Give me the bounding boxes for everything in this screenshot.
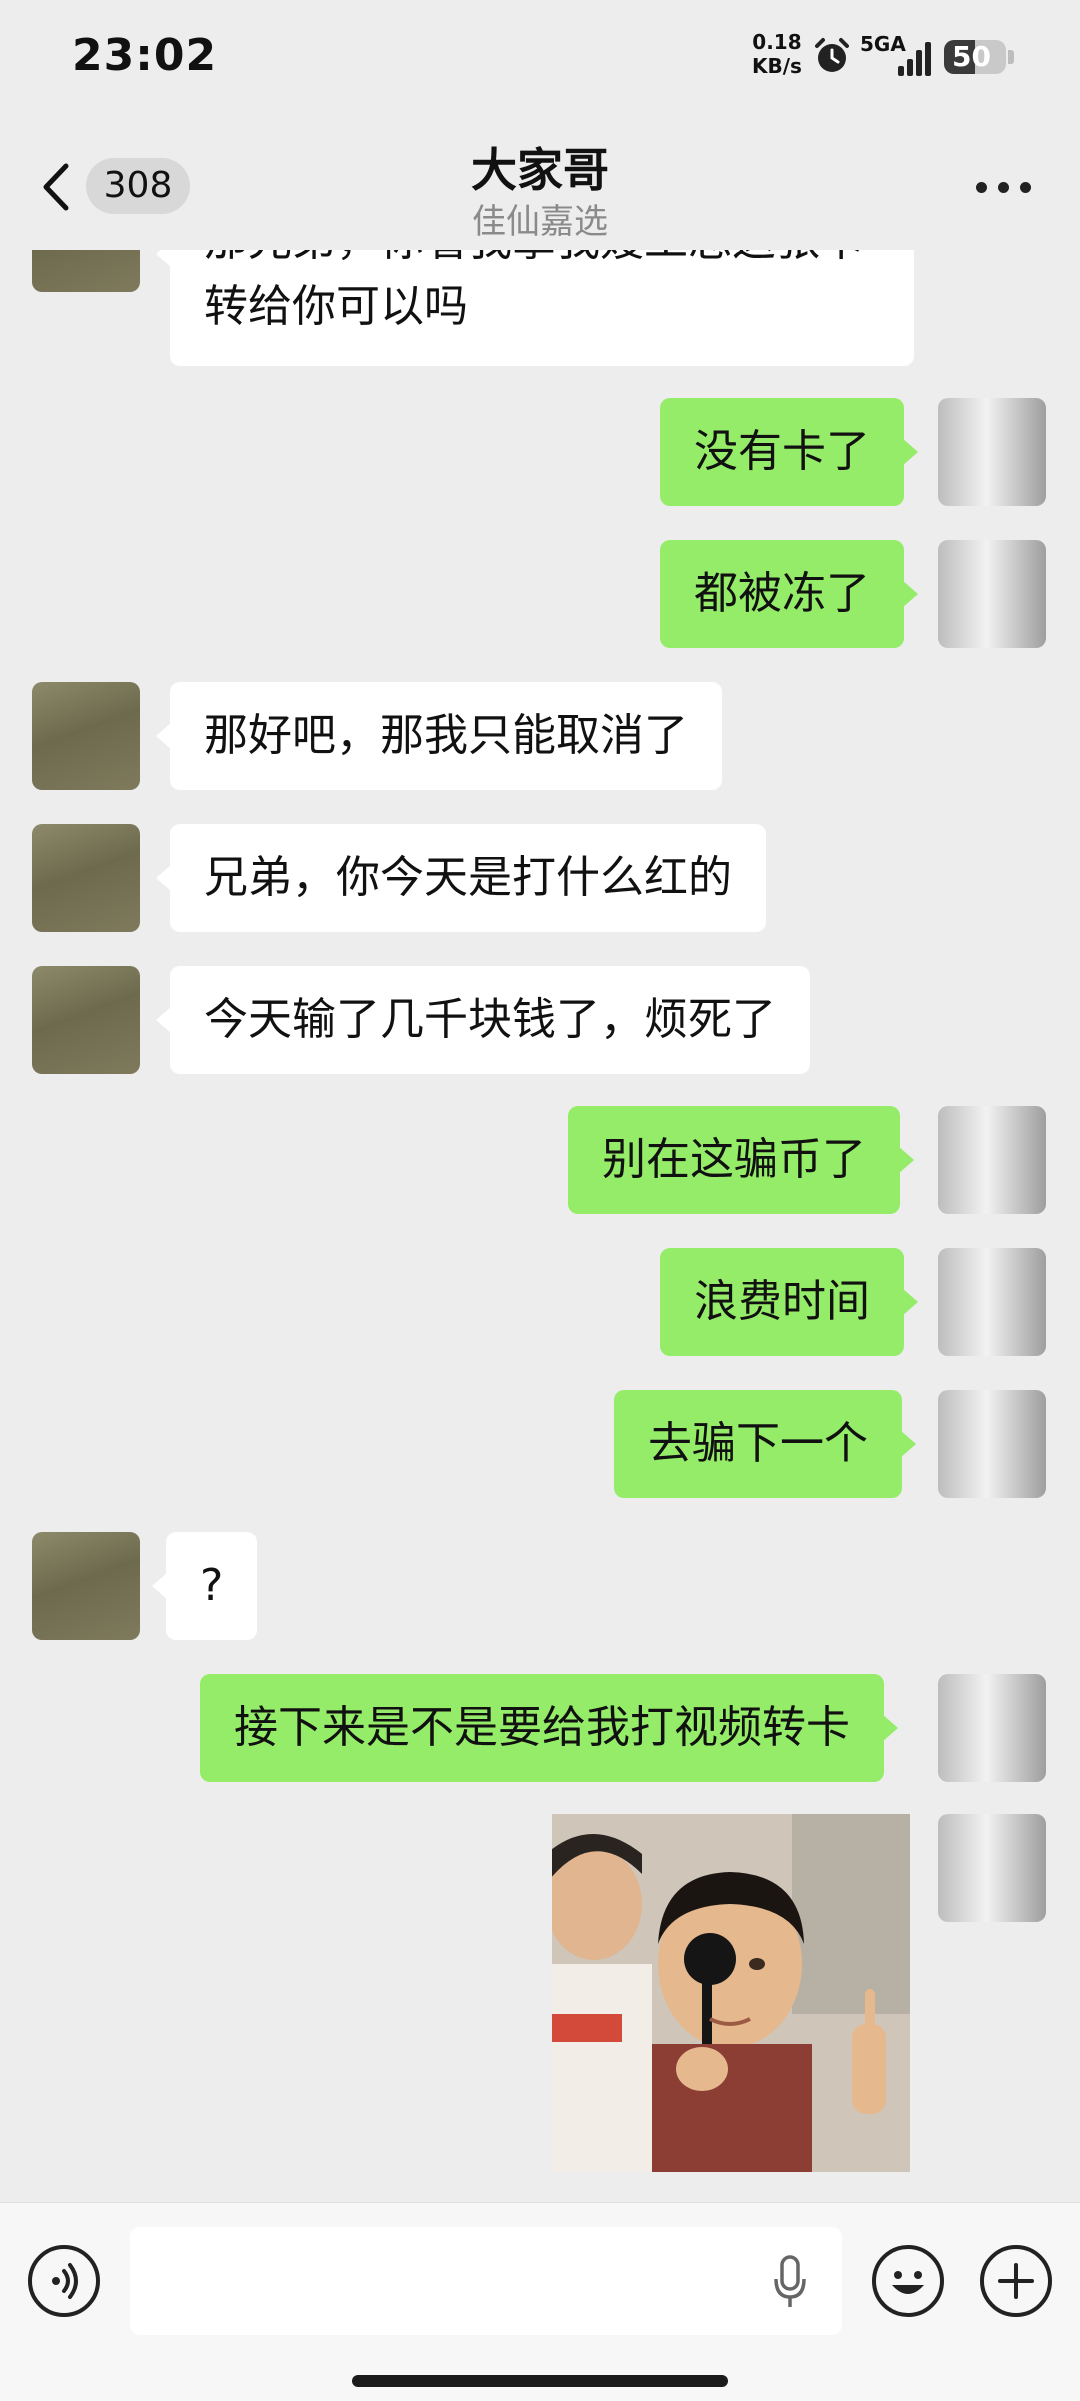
status-time: 23:02 [72, 30, 218, 81]
message-text: ? [200, 1560, 224, 1611]
my-avatar[interactable] [938, 1390, 1046, 1498]
message-text: 没有卡了 [694, 426, 870, 477]
more-options-icon[interactable] [976, 182, 1032, 194]
contact-avatar[interactable] [32, 1532, 140, 1640]
message-text: 别在这骗币了 [602, 1134, 866, 1185]
message-text: 都被冻了 [694, 568, 870, 619]
message-text: 兄弟，你今天是打什么红的 [204, 852, 732, 903]
my-avatar[interactable] [938, 540, 1046, 648]
image-message[interactable] [552, 1814, 910, 2172]
contact-avatar[interactable] [32, 682, 140, 790]
contact-avatar[interactable] [32, 824, 140, 932]
outgoing-message[interactable]: 没有卡了 [660, 398, 918, 506]
message-text: 那兄弟，你看我拿我嫂工总这张卡 转给你可以吗 [204, 250, 864, 332]
incoming-message[interactable]: 那好吧，那我只能取消了 [156, 682, 722, 790]
message-input[interactable] [130, 2227, 842, 2335]
cellular-signal: 5GA [860, 32, 932, 80]
battery-percent: 50 [952, 40, 991, 73]
input-bar [0, 2202, 1080, 2401]
outgoing-message[interactable]: 接下来是不是要给我打视频转卡 [200, 1674, 898, 1782]
message-list[interactable]: 那兄弟，你看我拿我嫂工总这张卡 转给你可以吗 没有卡了 都被冻了 那好吧，那我只… [0, 250, 1080, 2202]
message-text: 接下来是不是要给我打视频转卡 [234, 1702, 850, 1753]
incoming-message[interactable]: 兄弟，你今天是打什么红的 [156, 824, 766, 932]
message-text: 那好吧，那我只能取消了 [204, 710, 688, 761]
battery-icon: 50 [944, 40, 1006, 74]
my-avatar[interactable] [938, 1248, 1046, 1356]
message-text: 今天输了几千块钱了，烦死了 [204, 994, 776, 1045]
network-speed-unit: KB/s [752, 54, 802, 78]
my-avatar[interactable] [938, 1106, 1046, 1214]
status-bar: 23:02 0.18 KB/s 5GA 50 [0, 0, 1080, 120]
my-avatar[interactable] [938, 1814, 1046, 1922]
emoji-icon[interactable] [872, 2245, 944, 2317]
network-speed-value: 0.18 [752, 30, 802, 54]
voice-icon[interactable] [28, 2245, 100, 2317]
contact-avatar[interactable] [32, 966, 140, 1074]
message-text: 浪费时间 [694, 1276, 870, 1327]
chat-header: 308 大家哥 佳仙嘉选 [0, 120, 1080, 250]
mic-icon[interactable] [770, 2255, 810, 2311]
contact-avatar[interactable] [32, 250, 140, 292]
incoming-message[interactable]: 今天输了几千块钱了，烦死了 [156, 966, 810, 1074]
battery-tip [1008, 50, 1014, 64]
my-avatar[interactable] [938, 398, 1046, 506]
chat-subtitle: 佳仙嘉选 [472, 202, 608, 242]
outgoing-message[interactable]: 都被冻了 [660, 540, 918, 648]
chat-title: 大家哥 [471, 143, 609, 197]
alarm-icon [815, 38, 849, 72]
signal-bars-icon [896, 40, 932, 76]
meme-photo-icon [552, 1814, 910, 2172]
home-indicator[interactable] [352, 2375, 728, 2387]
plus-icon[interactable] [980, 2245, 1052, 2317]
incoming-message[interactable]: 那兄弟，你看我拿我嫂工总这张卡 转给你可以吗 [156, 250, 914, 366]
message-text: 去骗下一个 [648, 1418, 868, 1469]
network-speed: 0.18 KB/s [752, 30, 802, 78]
outgoing-message[interactable]: 浪费时间 [660, 1248, 918, 1356]
incoming-message[interactable]: ? [151, 1532, 258, 1640]
outgoing-message[interactable]: 去骗下一个 [614, 1390, 916, 1498]
my-avatar[interactable] [938, 1674, 1046, 1782]
outgoing-message[interactable]: 别在这骗币了 [568, 1106, 914, 1214]
